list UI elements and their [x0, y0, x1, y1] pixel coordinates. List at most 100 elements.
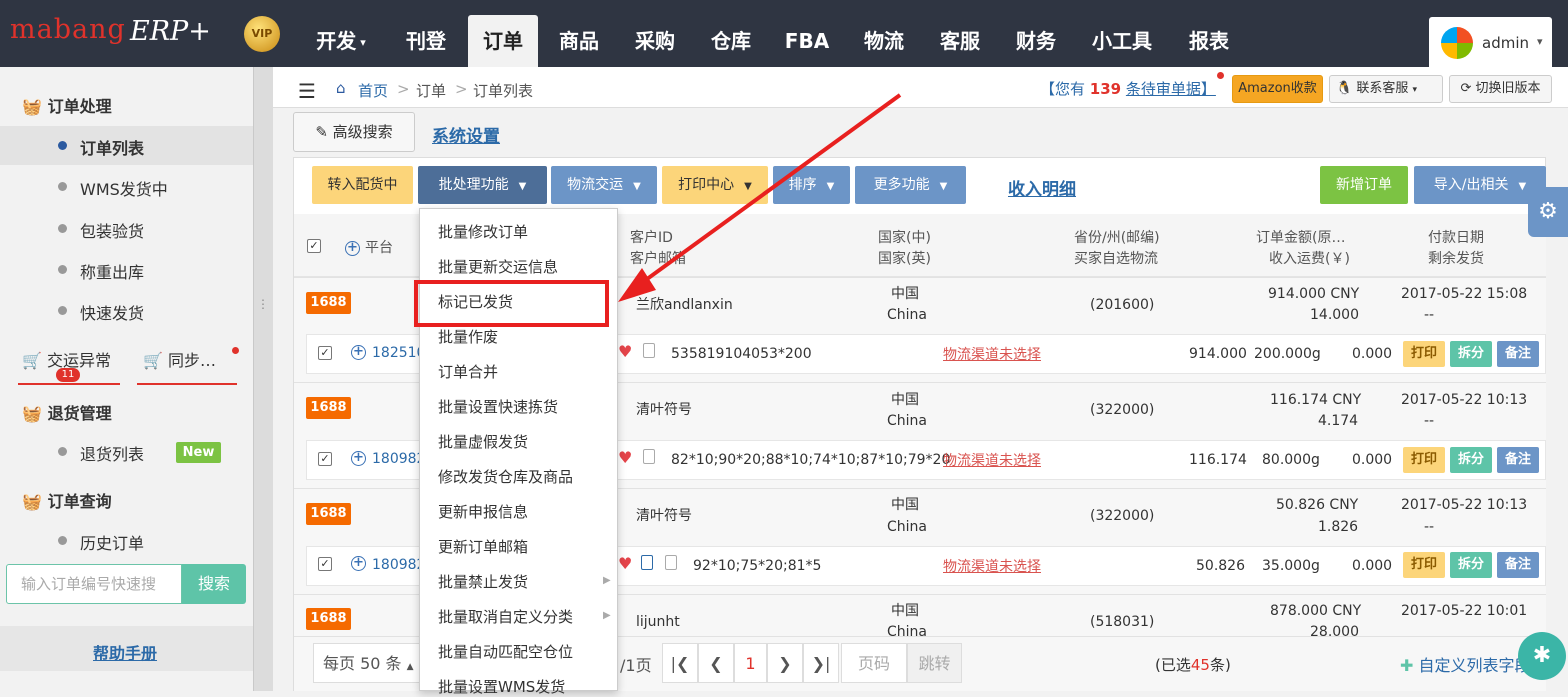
nav-listing[interactable]: 刊登 — [392, 15, 460, 67]
nav-fba[interactable]: FBA — [773, 15, 841, 67]
note-button[interactable]: 备注 — [1497, 341, 1539, 367]
first-page-button[interactable]: |❮ — [662, 643, 698, 683]
pending-notice[interactable]: 【您有 139 条待审单据】 — [1040, 78, 1216, 99]
nav-orders[interactable]: 订单 — [468, 15, 538, 67]
note-button[interactable]: 备注 — [1497, 552, 1539, 578]
new-order-button[interactable]: 新增订单 — [1320, 166, 1408, 204]
nav-warehouse[interactable]: 仓库 — [697, 15, 765, 67]
expand-row-icon[interactable]: + — [351, 345, 366, 360]
sidebar-section-query[interactable]: 🧺 订单查询 — [22, 488, 112, 512]
jump-button[interactable]: 跳转 — [907, 643, 962, 683]
split-button[interactable]: 拆分 — [1450, 341, 1492, 367]
order-number-link[interactable]: 180982 — [372, 555, 425, 576]
row-checkbox[interactable]: ✓ — [318, 557, 332, 571]
split-button[interactable]: 拆分 — [1450, 552, 1492, 578]
per-page-select[interactable]: 每页 50 条 ▲ — [313, 643, 423, 683]
nav-purchase[interactable]: 采购 — [621, 15, 689, 67]
prev-page-button[interactable]: ❮ — [698, 643, 734, 683]
menu-item-merge-orders[interactable]: 订单合并 — [438, 361, 498, 382]
menu-item-cancel-category[interactable]: 批量取消自定义分类 — [438, 606, 573, 627]
nav-service[interactable]: 客服 — [926, 15, 994, 67]
print-button[interactable]: 打印 — [1403, 341, 1445, 367]
new-badge: New — [176, 442, 221, 463]
amazon-payment-button[interactable]: Amazon收款 — [1232, 75, 1323, 103]
item-value: 50.826 — [1196, 558, 1245, 574]
annotation-arrow — [618, 93, 902, 302]
contact-service-button[interactable]: 🐧 联系客服 ▾ — [1329, 75, 1443, 103]
system-settings-link[interactable]: 系统设置 — [432, 122, 500, 147]
logo-suffix: ERP+ — [130, 16, 211, 47]
settings-gear-icon[interactable]: ⚙ — [1528, 187, 1568, 237]
caret-up-icon: ▲ — [406, 662, 414, 672]
menu-item-update-shipping[interactable]: 批量更新交运信息 — [438, 256, 558, 277]
income-detail-link[interactable]: 收入明细 — [1008, 175, 1076, 200]
print-button[interactable]: 打印 — [1403, 447, 1445, 473]
menu-item-batch-edit[interactable]: 批量修改订单 — [438, 221, 528, 242]
last-page-button[interactable]: ❯| — [803, 643, 839, 683]
page-number-input[interactable]: 页码 — [841, 643, 907, 683]
select-all-checkbox[interactable]: ✓ — [307, 239, 321, 253]
expand-row-icon[interactable]: + — [351, 556, 366, 571]
import-export-button[interactable]: 导入/出相关 ▼ — [1414, 166, 1546, 204]
order-number-link[interactable]: 182510 — [372, 343, 425, 364]
menu-item-fake-ship[interactable]: 批量虚假发货 — [438, 431, 528, 452]
chat-float-icon[interactable]: ✱ — [1518, 632, 1566, 680]
menu-item-quick-pick[interactable]: 批量设置快速拣货 — [438, 396, 558, 417]
nav-finance[interactable]: 财务 — [1002, 15, 1070, 67]
collapse-menu-icon[interactable]: ☰ — [298, 79, 316, 103]
note-button[interactable]: 备注 — [1497, 447, 1539, 473]
next-page-button[interactable]: ❯ — [767, 643, 803, 683]
pay-date: 2017-05-22 10:01 — [1401, 603, 1528, 619]
sidebar-item-order-list[interactable]: 订单列表 — [80, 135, 144, 159]
order-number-link[interactable]: 180982 — [372, 449, 425, 470]
nav-products[interactable]: 商品 — [545, 15, 613, 67]
sidebar-item-history[interactable]: 历史订单 — [80, 530, 144, 554]
assign-stock-button[interactable]: 转入配货中 — [312, 166, 413, 204]
sidebar-item-packing[interactable]: 包装验货 — [80, 218, 144, 242]
nav-develop[interactable]: 开发 ▾ — [305, 15, 377, 67]
sidebar-tab-sync[interactable]: 🛒 同步… — [143, 347, 216, 371]
menu-item-update-email[interactable]: 更新订单邮箱 — [438, 536, 528, 557]
menu-item-auto-match-slot[interactable]: 批量自动匹配空仓位 — [438, 641, 573, 662]
current-page[interactable]: 1 — [734, 643, 767, 683]
row-checkbox[interactable]: ✓ — [318, 346, 332, 360]
breadcrumb-home[interactable]: 首页 — [358, 80, 388, 101]
breadcrumb-orders[interactable]: 订单 — [416, 80, 446, 101]
search-button[interactable]: 搜索 — [182, 564, 246, 604]
sidebar-item-wms[interactable]: WMS发货中 — [80, 176, 168, 200]
help-manual-link[interactable]: 帮助手册 — [93, 640, 157, 664]
logistics-channel-link[interactable]: 物流渠道未选择 — [943, 344, 1041, 364]
menu-item-wms-ship[interactable]: 批量设置WMS发货 — [438, 676, 565, 697]
nav-logistics[interactable]: 物流 — [850, 15, 918, 67]
switch-version-button[interactable]: ⟳ 切换旧版本 — [1449, 75, 1552, 103]
split-button[interactable]: 拆分 — [1450, 447, 1492, 473]
logistics-channel-link[interactable]: 物流渠道未选择 — [943, 450, 1041, 470]
sidebar-section-returns[interactable]: 🧺 退货管理 — [22, 400, 112, 424]
selected-count: (已选45条) — [1155, 656, 1231, 674]
custom-columns-link[interactable]: ✚ 自定义列表字段 — [1400, 652, 1531, 676]
expand-row-icon[interactable]: + — [351, 451, 366, 466]
menu-item-block-shipping[interactable]: 批量禁止发货 — [438, 571, 528, 592]
nav-tools[interactable]: 小工具 — [1078, 15, 1166, 67]
menu-item-batch-void[interactable]: 批量作废 — [438, 326, 498, 347]
sidebar-item-weighing[interactable]: 称重出库 — [80, 259, 144, 283]
freight: 28.000 — [1310, 624, 1359, 636]
sidebar-item-quick-ship[interactable]: 快速发货 — [80, 300, 144, 324]
batch-process-button[interactable]: 批处理功能 ▼ — [418, 166, 547, 204]
row-checkbox[interactable]: ✓ — [318, 452, 332, 466]
chevron-down-icon: ▼ — [518, 181, 527, 192]
sidebar-section-order-processing[interactable]: 🧺 订单处理 — [22, 93, 112, 117]
order-search-input[interactable]: 输入订单编号快速搜 — [6, 564, 182, 604]
username: admin — [1482, 34, 1529, 52]
logistics-channel-link[interactable]: 物流渠道未选择 — [943, 556, 1041, 576]
sidebar-item-return-list[interactable]: 退货列表 — [80, 441, 144, 465]
sidebar-splitter[interactable]: ⋮ — [253, 67, 273, 691]
menu-item-update-declaration[interactable]: 更新申报信息 — [438, 501, 528, 522]
expand-all-icon[interactable]: + — [345, 241, 360, 256]
menu-item-edit-warehouse[interactable]: 修改发货仓库及商品 — [438, 466, 573, 487]
advanced-search-button[interactable]: ✎ 高级搜索 — [293, 112, 415, 152]
nav-reports[interactable]: 报表 — [1174, 15, 1244, 67]
customer-name: 清叶符号 — [636, 402, 692, 418]
user-menu[interactable]: admin ▾ — [1429, 17, 1552, 67]
print-button[interactable]: 打印 — [1403, 552, 1445, 578]
